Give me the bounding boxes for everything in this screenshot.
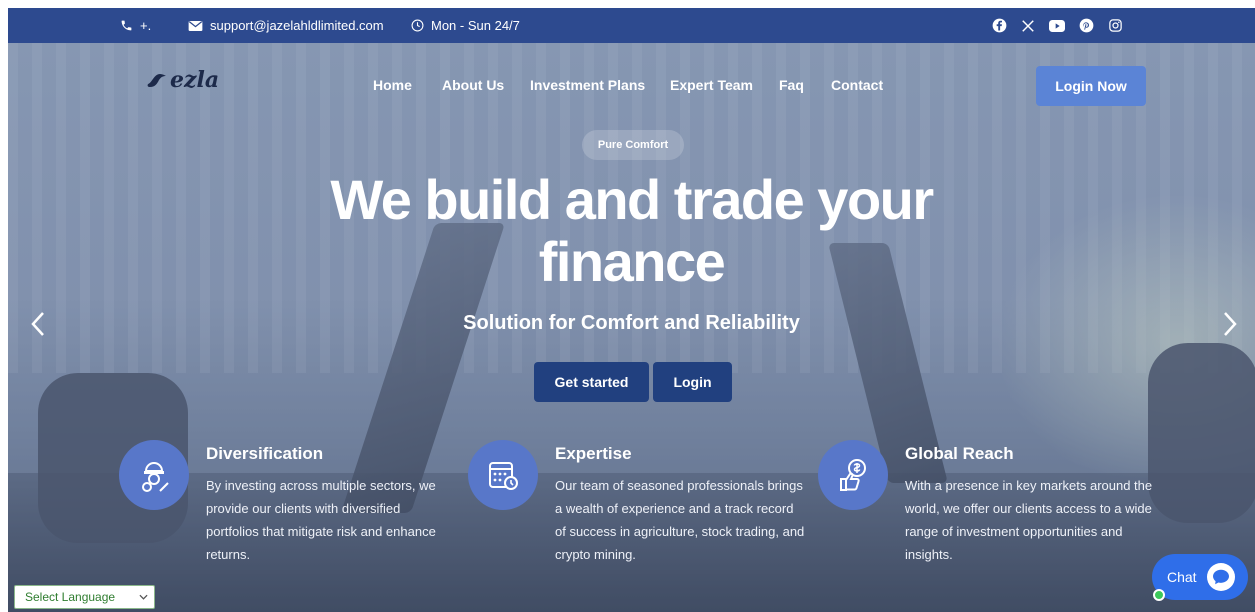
x-icon[interactable]	[1019, 17, 1037, 35]
brand-logo[interactable]: ezla	[146, 67, 219, 93]
hero-section: ezla Home About Us Investment Plans Expe…	[8, 43, 1255, 612]
login-now-button[interactable]: Login Now	[1036, 66, 1146, 106]
phone-contact[interactable]: +.	[120, 8, 151, 43]
phone-number: +.	[140, 18, 152, 33]
prev-slide-arrow[interactable]	[28, 309, 48, 339]
feature-text-diversification: By investing across multiple sectors, we…	[206, 478, 436, 562]
hero-headline: We build and trade your finance	[8, 169, 1255, 293]
hero-badge: Pure Comfort	[582, 130, 684, 160]
nav-expert-team[interactable]: Expert Team	[670, 77, 753, 93]
nav-faq[interactable]: Faq	[779, 77, 804, 93]
next-slide-arrow[interactable]	[1220, 309, 1240, 339]
feature-title-expertise: Expertise	[555, 444, 632, 463]
nav-about-us[interactable]: About Us	[442, 77, 504, 93]
pinterest-icon[interactable]	[1077, 17, 1095, 35]
nav-investment-plans[interactable]: Investment Plans	[530, 77, 645, 93]
clock-icon	[411, 19, 424, 32]
login-button[interactable]: Login	[653, 362, 732, 402]
feature-title-global-reach: Global Reach	[905, 444, 1014, 463]
chevron-left-icon	[31, 312, 44, 336]
thumbs-up-dollar-icon	[818, 440, 888, 510]
headline-line-1: We build and trade your	[330, 168, 934, 231]
chat-bubble-icon	[1206, 563, 1235, 591]
instagram-icon[interactable]	[1106, 17, 1124, 35]
chevron-right-icon	[1224, 312, 1237, 336]
email-contact[interactable]: support@jazelahldlimited.com	[188, 8, 384, 43]
hours-text: Mon - Sun 24/7	[431, 18, 520, 33]
phone-icon	[121, 20, 132, 31]
engineer-icon	[119, 440, 189, 510]
social-links	[990, 8, 1135, 43]
mail-icon	[188, 20, 203, 31]
online-status-dot	[1153, 589, 1165, 601]
hours-info: Mon - Sun 24/7	[411, 8, 520, 43]
headline-line-2: finance	[538, 230, 726, 293]
email-address: support@jazelahldlimited.com	[210, 18, 384, 33]
hero-subtitle: Solution for Comfort and Reliability	[463, 312, 800, 334]
get-started-button[interactable]: Get started	[534, 362, 649, 402]
top-bar: +. support@jazelahldlimited.com Mon - Su…	[8, 8, 1255, 43]
chevron-down-icon	[139, 594, 148, 600]
feature-text-global-reach: With a presence in key markets around th…	[905, 478, 1153, 562]
youtube-icon[interactable]	[1048, 17, 1066, 35]
language-select[interactable]: Select Language	[14, 585, 155, 609]
language-select-label: Select Language	[25, 590, 116, 604]
logo-text: ezla	[170, 67, 220, 93]
nav-contact[interactable]: Contact	[831, 77, 883, 93]
logo-mark-icon	[147, 74, 166, 87]
chat-label: Chat	[1167, 569, 1197, 585]
nav-home[interactable]: Home	[373, 77, 412, 93]
facebook-icon[interactable]	[990, 17, 1008, 35]
calendar-clock-icon	[468, 440, 538, 510]
feature-title-diversification: Diversification	[206, 444, 324, 463]
chat-widget-button[interactable]: Chat	[1152, 554, 1248, 600]
page-frame: +. support@jazelahldlimited.com Mon - Su…	[8, 8, 1255, 612]
feature-text-expertise: Our team of seasoned professionals bring…	[555, 478, 805, 562]
